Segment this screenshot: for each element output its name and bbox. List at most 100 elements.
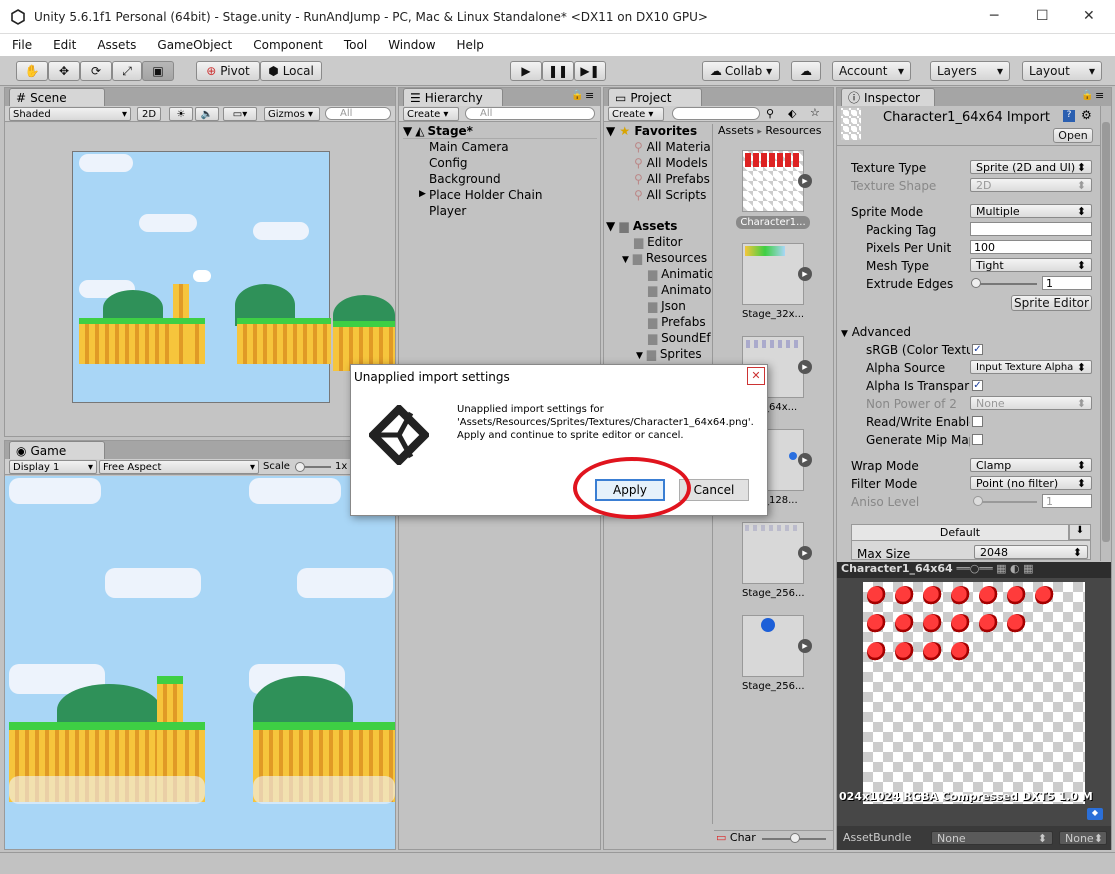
tab-project[interactable]: ▭ Project (608, 88, 702, 106)
hierarchy-create-dropdown[interactable]: Create ▾ (403, 107, 459, 121)
asset-tile[interactable]: ▶ Stage_32x... (742, 243, 812, 320)
hierarchy-item[interactable]: Background (429, 172, 501, 186)
menu-assets[interactable]: Assets (85, 38, 145, 52)
folder-item[interactable]: ▼ ▆ Sprites (636, 347, 702, 361)
thumbnail-size-knob[interactable] (790, 833, 800, 843)
expand-sprites-icon[interactable]: ▶ (798, 546, 812, 560)
asset-tile[interactable]: ▶ Stage_256... (742, 615, 812, 692)
help-icon[interactable]: ? (1063, 110, 1075, 122)
panel-menu-icon[interactable]: ≡ (1095, 89, 1104, 102)
tab-inspector[interactable]: ⓘ Inspector (841, 88, 935, 106)
scene-viewport[interactable] (5, 123, 395, 436)
hand-tool-icon[interactable]: ✋ (16, 61, 48, 81)
favorite-item[interactable]: ⚲ All Materia (634, 140, 711, 154)
folder-item[interactable]: ▆ Animato (648, 283, 711, 297)
layout-dropdown[interactable]: Layout ▾ (1022, 61, 1102, 81)
menu-window[interactable]: Window (376, 38, 444, 52)
tab-game[interactable]: ◉ Game (9, 441, 105, 459)
folder-item[interactable]: ▆ Prefabs (648, 315, 706, 329)
folder-item[interactable]: ▼ ▆ Resources (622, 251, 707, 265)
cloud-button[interactable]: ☁ (791, 61, 821, 81)
favorites-header[interactable]: ▼ ★ Favorites (606, 124, 697, 138)
effects-dropdown-icon[interactable]: ▭▾ (223, 107, 257, 121)
folder-item[interactable]: ▆ Json (648, 299, 686, 313)
texture-type-dropdown[interactable]: Sprite (2D and UI) ⬍ (970, 160, 1092, 174)
breadcrumb-resources[interactable]: Resources (765, 124, 821, 137)
assetbundle-variant-dropdown[interactable]: None ⬍ (1059, 831, 1107, 845)
breadcrumb-assets[interactable]: Assets (718, 124, 754, 137)
open-button[interactable]: Open (1053, 128, 1093, 143)
favorite-item[interactable]: ⚲ All Prefabs (634, 172, 710, 186)
hierarchy-item[interactable]: Place Holder Chain (429, 188, 542, 202)
pixels-per-unit-input[interactable]: 100 (970, 240, 1092, 254)
favorite-item[interactable]: ⚲ All Scripts (634, 188, 706, 202)
tab-hierarchy[interactable]: ☰ Hierarchy (403, 88, 503, 106)
maximize-button[interactable]: ☐ (1036, 8, 1049, 24)
favorite-item[interactable]: ⚲ All Models (634, 156, 708, 170)
filter-type-icon[interactable]: ⚲ (766, 107, 774, 120)
display-dropdown[interactable]: Display 1 ▾ (9, 460, 97, 474)
filter-mode-dropdown[interactable]: Point (no filter) ⬍ (970, 476, 1092, 490)
pause-button[interactable]: ❚❚ (542, 61, 574, 81)
close-window-button[interactable]: ✕ (1083, 8, 1095, 24)
project-create-dropdown[interactable]: Create ▾ (608, 107, 664, 121)
dialog-close-button[interactable]: ✕ (747, 367, 765, 385)
gizmos-dropdown[interactable]: Gizmos ▾ (264, 107, 320, 121)
wrap-mode-dropdown[interactable]: Clamp ⬍ (970, 458, 1092, 472)
folder-item[interactable]: ▆ SoundEf (648, 331, 711, 345)
audio-toggle-icon[interactable]: 🔈 (195, 107, 219, 121)
sprite-editor-button[interactable]: Sprite Editor (1011, 295, 1092, 311)
platform-tab-default[interactable]: Default (851, 524, 1069, 540)
asset-tile[interactable]: ▶ Character1... (736, 150, 812, 229)
panel-menu-icon[interactable]: ≡ (585, 89, 594, 102)
step-button[interactable]: ▶❚ (574, 61, 606, 81)
menu-component[interactable]: Component (241, 38, 332, 52)
preview-slider-icon[interactable]: ══○══ ▦ ◐ ▦ (957, 562, 1034, 575)
expand-sprites-icon[interactable]: ▶ (798, 360, 812, 374)
layers-dropdown[interactable]: Layers ▾ (930, 61, 1010, 81)
hierarchy-item[interactable]: Player (429, 204, 466, 218)
shading-dropdown[interactable]: Shaded ▾ (9, 107, 131, 121)
collab-button[interactable]: ☁ Collab ▾ (702, 61, 780, 81)
scale-slider-knob[interactable] (295, 462, 305, 472)
srgb-checkbox[interactable]: ✓ (972, 344, 983, 355)
gear-icon[interactable]: ⚙ (1081, 108, 1092, 122)
lighting-toggle-icon[interactable]: ☀ (169, 107, 193, 121)
rect-tool-icon[interactable]: ▣ (142, 61, 174, 81)
star-icon[interactable]: ☆ (810, 106, 820, 119)
generate-mipmaps-checkbox[interactable] (972, 434, 983, 445)
scrollbar-thumb[interactable] (1102, 122, 1110, 542)
sprite-mode-dropdown[interactable]: Multiple ⬍ (970, 204, 1092, 218)
asset-tile[interactable]: ▶ Stage_256... (742, 522, 812, 599)
mesh-type-dropdown[interactable]: Tight ⬍ (970, 258, 1092, 272)
scene-search-input[interactable]: All (325, 107, 391, 120)
extrude-slider-knob[interactable] (971, 278, 981, 288)
alpha-transparency-checkbox[interactable]: ✓ (972, 380, 983, 391)
advanced-foldout[interactable]: ▼ Advanced (841, 325, 911, 339)
game-viewport[interactable] (5, 476, 395, 849)
expand-sprites-icon[interactable]: ▶ (798, 174, 812, 188)
assets-header[interactable]: ▼ ▆ Assets (606, 219, 677, 233)
folder-item[interactable]: ▆ Animatio (648, 267, 712, 281)
menu-gameobject[interactable]: GameObject (145, 38, 241, 52)
aspect-dropdown[interactable]: Free Aspect ▾ (99, 460, 259, 474)
scene-root-row[interactable]: ▼ ◭ Stage* (403, 124, 597, 139)
lock-icon[interactable]: 🔒 (571, 90, 583, 101)
alpha-source-dropdown[interactable]: Input Texture Alpha ⬍ (970, 360, 1092, 374)
hierarchy-item[interactable]: Main Camera (429, 140, 509, 154)
2d-toggle[interactable]: 2D (137, 107, 161, 121)
menu-edit[interactable]: Edit (41, 38, 85, 52)
menu-file[interactable]: File (0, 38, 41, 52)
extrude-slider[interactable] (975, 283, 1037, 285)
project-search-input[interactable] (672, 107, 760, 120)
menu-tool[interactable]: Tool (332, 38, 376, 52)
local-toggle[interactable]: ⬢ Local (260, 61, 322, 81)
hierarchy-item[interactable]: Config (429, 156, 468, 170)
filter-label-icon[interactable]: ⬖ (788, 107, 796, 120)
expand-arrow-icon[interactable]: ▶ (419, 189, 426, 199)
inspector-scrollbar[interactable] (1100, 106, 1111, 561)
folder-item[interactable]: ▆ Editor (634, 235, 683, 249)
scale-tool-icon[interactable]: ⤢ (112, 61, 142, 81)
assetbundle-dropdown[interactable]: None ⬍ (931, 831, 1053, 845)
hierarchy-search-input[interactable]: All (465, 107, 595, 120)
